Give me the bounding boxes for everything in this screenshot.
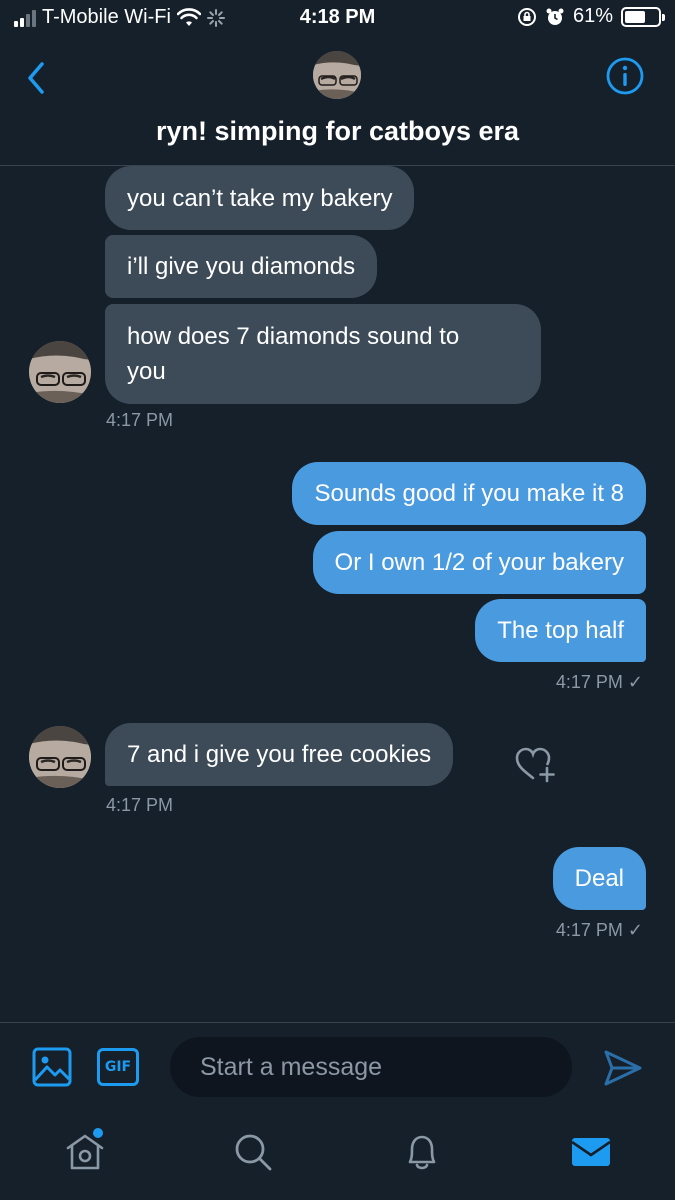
alarm-icon bbox=[546, 8, 564, 25]
heart-plus-icon[interactable] bbox=[514, 745, 556, 785]
message-text: Sounds good if you make it 8 bbox=[314, 480, 624, 507]
avatar-image bbox=[29, 341, 91, 403]
status-bar: T-Mobile Wi-Fi 4:18 PM 61% bbox=[0, 0, 675, 36]
search-icon[interactable] bbox=[231, 1130, 275, 1174]
message-bubble-sent[interactable]: Sounds good if you make it 8 bbox=[292, 462, 646, 525]
message-text-line: how does 7 diamonds sound to bbox=[127, 323, 460, 350]
avatar-image bbox=[313, 51, 361, 99]
message-bubble-received[interactable]: 7 and i give you free cookies bbox=[105, 723, 454, 786]
notification-dot bbox=[93, 1128, 103, 1138]
message-timestamp: 4:17 PM bbox=[106, 410, 174, 430]
bell-icon[interactable] bbox=[400, 1130, 444, 1174]
message-timestamp: 4:17 PM ✓ bbox=[555, 920, 643, 940]
avatar[interactable] bbox=[313, 51, 361, 99]
send-icon[interactable] bbox=[602, 1047, 644, 1089]
message-text: i’ll give you diamonds bbox=[127, 253, 356, 280]
battery-icon bbox=[621, 6, 665, 27]
message-text: Deal bbox=[574, 865, 624, 892]
chevron-left-icon[interactable] bbox=[20, 58, 52, 98]
avatar[interactable] bbox=[29, 726, 91, 788]
message-bubble-sent[interactable]: Or I own 1/2 of your bakery bbox=[312, 531, 646, 594]
avatar[interactable] bbox=[29, 341, 91, 403]
message-composer: GIF bbox=[0, 1022, 675, 1112]
message-text-line: you bbox=[127, 358, 166, 385]
message-bubble-received[interactable]: i’ll give you diamonds bbox=[105, 235, 378, 298]
orientation-lock-icon bbox=[517, 7, 536, 26]
message-bubble-sent[interactable]: Deal bbox=[552, 847, 646, 910]
message-text: The top half bbox=[497, 617, 624, 644]
conversation-header: ryn! simping for catboys era bbox=[0, 36, 675, 166]
message-input[interactable] bbox=[170, 1037, 572, 1097]
message-bubble-received[interactable]: how does 7 diamonds sound to you bbox=[105, 304, 541, 404]
battery-fill bbox=[625, 10, 645, 23]
message-text: Or I own 1/2 of your bakery bbox=[334, 549, 624, 576]
message-timestamp: 4:17 PM ✓ bbox=[555, 672, 643, 692]
info-icon[interactable] bbox=[605, 56, 645, 96]
message-bubble-sent[interactable]: The top half bbox=[475, 599, 646, 662]
battery-percent: 61% bbox=[572, 5, 613, 27]
status-right: 61% bbox=[517, 5, 665, 28]
message-text: you can’t take my bakery bbox=[127, 185, 393, 212]
message-bubble-received[interactable]: you can’t take my bakery bbox=[105, 166, 415, 230]
avatar-image bbox=[29, 726, 91, 788]
mail-icon[interactable] bbox=[569, 1130, 613, 1174]
page-title: ryn! simping for catboys era bbox=[155, 116, 520, 146]
gif-icon[interactable]: GIF bbox=[97, 1048, 139, 1086]
message-timestamp: 4:17 PM bbox=[106, 795, 174, 815]
tab-bar bbox=[0, 1112, 675, 1200]
message-text: 7 and i give you free cookies bbox=[127, 741, 432, 768]
image-icon[interactable] bbox=[32, 1047, 72, 1087]
